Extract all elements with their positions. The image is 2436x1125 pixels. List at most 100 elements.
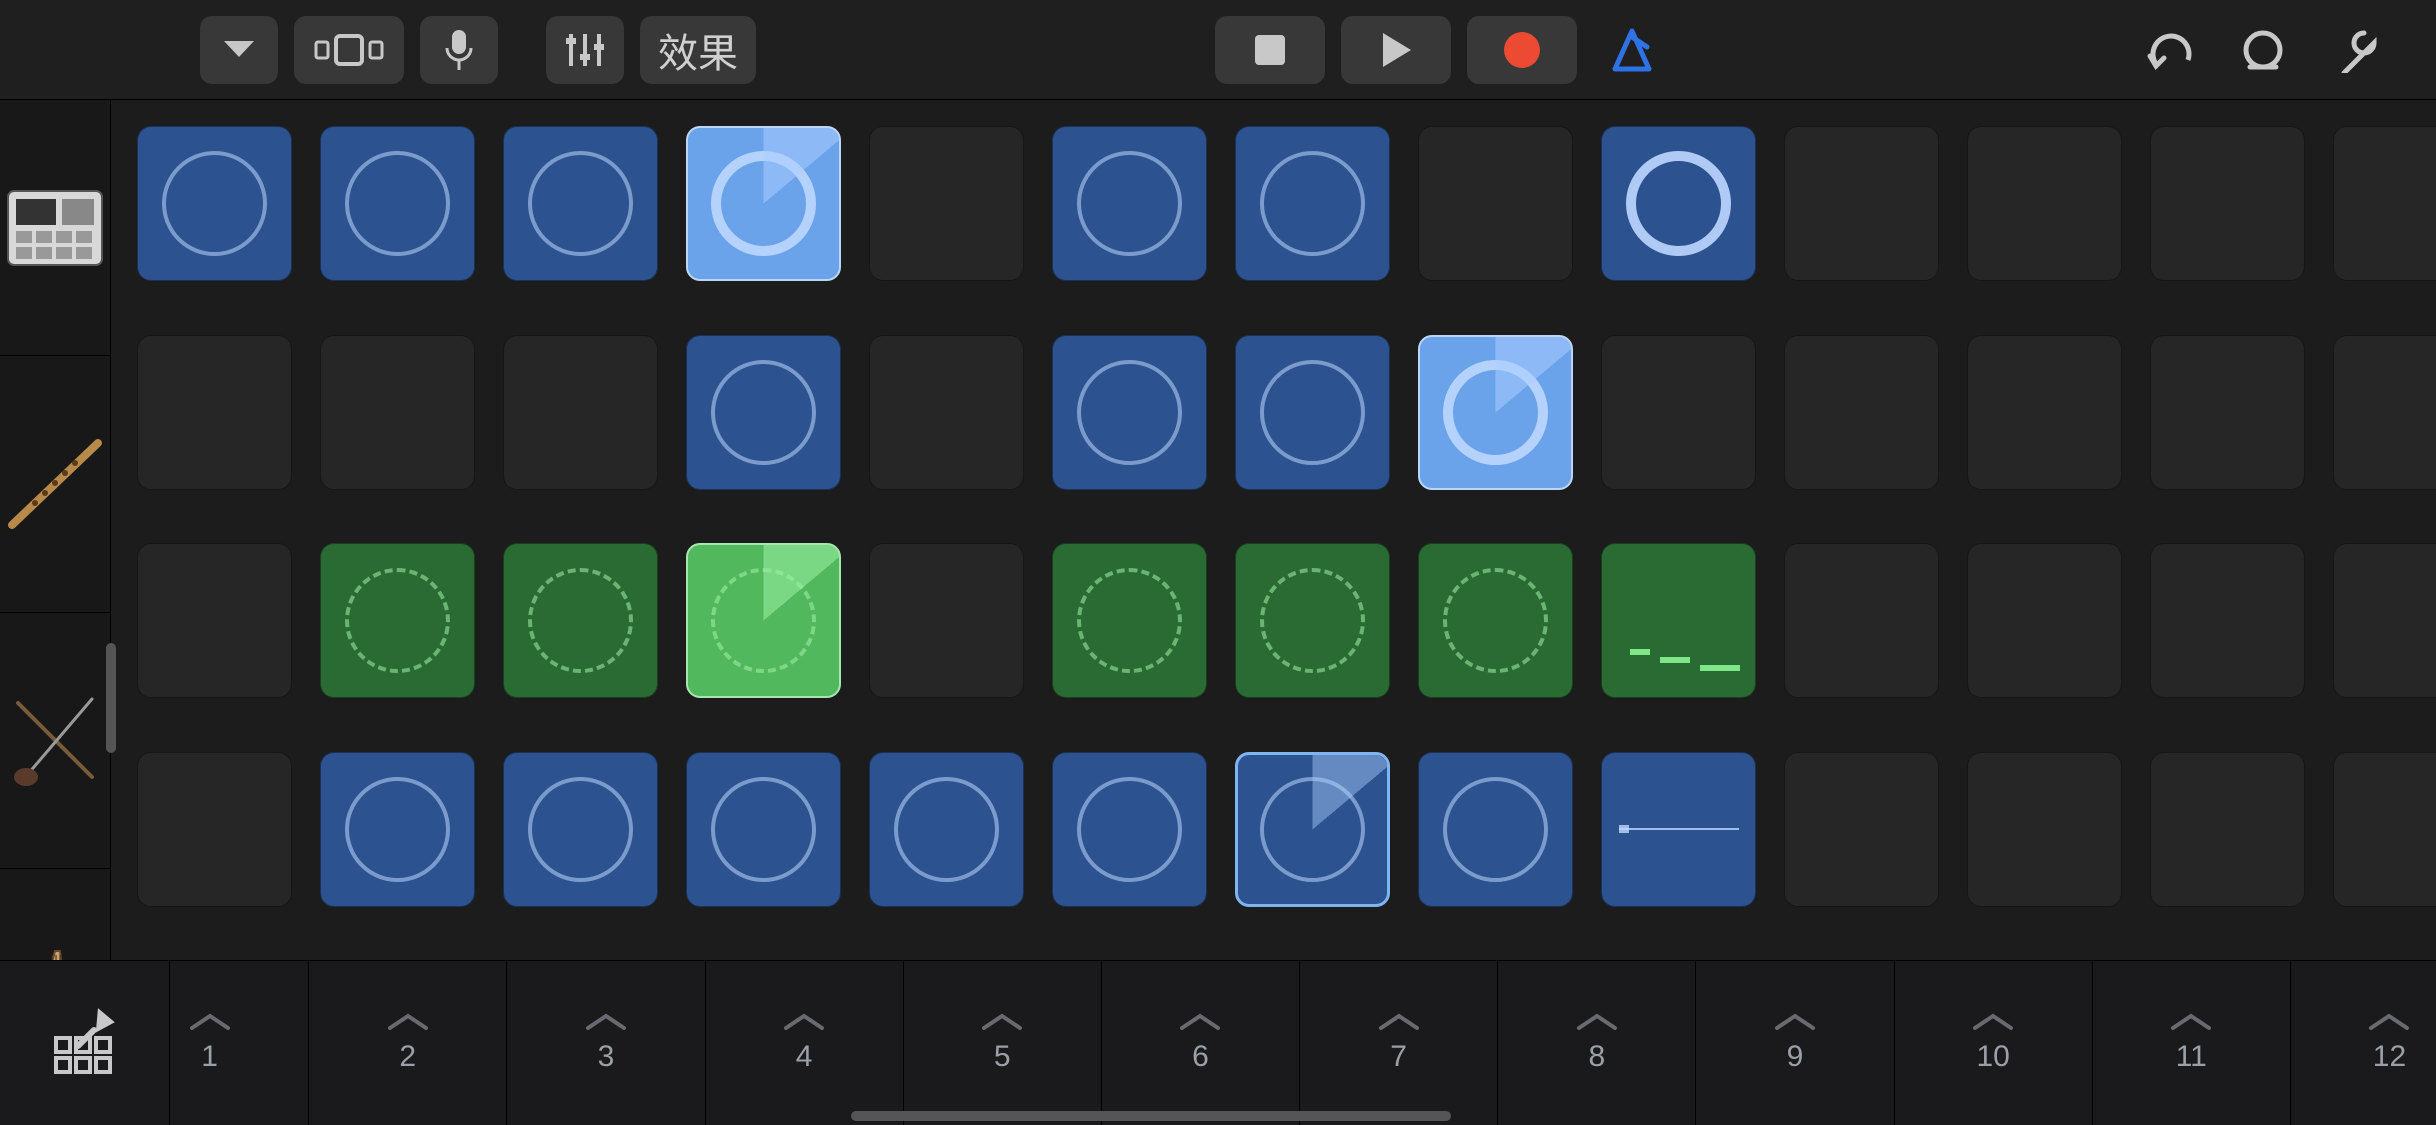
loop-cell-empty[interactable]	[1601, 335, 1756, 490]
grid-edit-button[interactable]	[0, 960, 170, 1125]
column-trigger[interactable]: 2	[308, 961, 506, 1125]
loop-cell[interactable]	[1601, 126, 1756, 281]
loop-cell-empty[interactable]	[1784, 752, 1939, 907]
loop-cell-empty[interactable]	[1784, 126, 1939, 281]
column-trigger[interactable]: 4	[705, 961, 903, 1125]
stop-icon	[1253, 33, 1287, 67]
loop-cell[interactable]	[1052, 752, 1207, 907]
loop-cell-empty[interactable]	[1967, 543, 2122, 698]
column-trigger[interactable]: 12	[2290, 961, 2436, 1125]
loop-waveform-icon	[894, 777, 999, 882]
loop-cell[interactable]	[686, 543, 841, 698]
loop-cell[interactable]	[503, 752, 658, 907]
browser-dropdown-button[interactable]	[200, 16, 278, 84]
loop-waveform-icon	[345, 151, 450, 256]
loop-cell-empty[interactable]	[137, 335, 292, 490]
mic-input-button[interactable]	[420, 16, 498, 84]
column-trigger[interactable]: 5	[903, 961, 1101, 1125]
loop-cell[interactable]	[686, 335, 841, 490]
loop-cell[interactable]	[1418, 335, 1573, 490]
loop-cell[interactable]	[503, 543, 658, 698]
loop-cell-empty[interactable]	[2333, 752, 2436, 907]
loop-cell[interactable]	[137, 126, 292, 281]
loop-cell[interactable]	[686, 752, 841, 907]
loop-icon	[2240, 27, 2286, 73]
loop-cell[interactable]	[1235, 126, 1390, 281]
loop-waveform-icon	[1619, 828, 1739, 830]
metronome-icon	[1609, 27, 1655, 73]
instrument-scrollbar[interactable]	[106, 643, 116, 753]
fx-button[interactable]: 效果	[640, 16, 756, 84]
horizontal-scrollbar[interactable]	[851, 1111, 1451, 1121]
loop-cell-empty[interactable]	[137, 752, 292, 907]
column-trigger[interactable]: 6	[1101, 961, 1299, 1125]
loop-waveform-icon	[711, 360, 816, 465]
column-trigger-bar: 123456789101112	[111, 960, 2436, 1125]
loop-cell-empty[interactable]	[2333, 335, 2436, 490]
loop-cell-empty[interactable]	[1967, 752, 2122, 907]
stop-button[interactable]	[1215, 16, 1325, 84]
column-trigger[interactable]: 8	[1497, 961, 1695, 1125]
column-trigger[interactable]: 10	[1894, 961, 2092, 1125]
play-button[interactable]	[1341, 16, 1451, 84]
toolbar-right-group	[2130, 16, 2396, 84]
loop-waveform-icon	[528, 151, 633, 256]
loop-cell[interactable]	[1235, 335, 1390, 490]
loop-cell[interactable]	[1235, 752, 1390, 907]
loop-cell[interactable]	[320, 126, 475, 281]
drum-machine-icon	[0, 173, 110, 283]
app-root: 效果	[0, 0, 2436, 1125]
loop-cell-empty[interactable]	[1967, 126, 2122, 281]
loop-cell-empty[interactable]	[1418, 126, 1573, 281]
loop-cell-empty[interactable]	[869, 335, 1024, 490]
loop-cell[interactable]	[1052, 335, 1207, 490]
loop-cell-empty[interactable]	[1967, 335, 2122, 490]
loop-grid-wrap: 123456789101112	[111, 100, 2436, 1125]
loop-cell-empty[interactable]	[2150, 752, 2305, 907]
loop-cell[interactable]	[1052, 126, 1207, 281]
loop-cell-empty[interactable]	[2333, 543, 2436, 698]
loop-cell[interactable]	[1235, 543, 1390, 698]
column-trigger[interactable]: 11	[2092, 961, 2290, 1125]
loop-cell-empty[interactable]	[2150, 543, 2305, 698]
loop-cell[interactable]	[1418, 752, 1573, 907]
loop-cell[interactable]	[869, 752, 1024, 907]
loop-cell[interactable]	[1601, 543, 1756, 698]
loop-waveform-icon	[1260, 151, 1365, 256]
column-trigger[interactable]: 3	[506, 961, 704, 1125]
loop-cell-empty[interactable]	[503, 335, 658, 490]
loop-cell[interactable]	[1052, 543, 1207, 698]
column-trigger[interactable]: 7	[1299, 961, 1497, 1125]
loop-cell-empty[interactable]	[2333, 126, 2436, 281]
loop-cell-empty[interactable]	[2150, 126, 2305, 281]
loop-cell-empty[interactable]	[869, 543, 1024, 698]
undo-button[interactable]	[2130, 16, 2208, 84]
instrument-erhu[interactable]	[0, 613, 110, 869]
metronome-button[interactable]	[1593, 16, 1671, 84]
loop-cell[interactable]	[320, 543, 475, 698]
loop-cell[interactable]	[320, 752, 475, 907]
loop-cell-empty[interactable]	[320, 335, 475, 490]
loop-cell-empty[interactable]	[1784, 543, 1939, 698]
toolbar-left-group	[200, 16, 498, 84]
instrument-drum-machine[interactable]	[0, 100, 110, 356]
loop-cell-empty[interactable]	[2150, 335, 2305, 490]
instrument-dizi-flute[interactable]	[0, 356, 110, 612]
settings-button[interactable]	[2318, 16, 2396, 84]
column-number: 8	[1588, 1040, 1605, 1074]
main-area: 123456789101112	[0, 100, 2436, 1125]
loop-cell[interactable]	[1418, 543, 1573, 698]
loop-cell[interactable]	[1601, 752, 1756, 907]
loop-cell-empty[interactable]	[137, 543, 292, 698]
loop-cell-empty[interactable]	[1784, 335, 1939, 490]
column-trigger[interactable]: 9	[1695, 961, 1893, 1125]
column-number: 11	[2176, 1040, 2207, 1074]
chevron-up-icon	[1377, 1012, 1421, 1032]
loop-cell[interactable]	[503, 126, 658, 281]
view-layout-button[interactable]	[294, 16, 404, 84]
record-button[interactable]	[1467, 16, 1577, 84]
loop-cell[interactable]	[686, 126, 841, 281]
loop-button[interactable]	[2224, 16, 2302, 84]
mixer-button[interactable]	[546, 16, 624, 84]
loop-cell-empty[interactable]	[869, 126, 1024, 281]
